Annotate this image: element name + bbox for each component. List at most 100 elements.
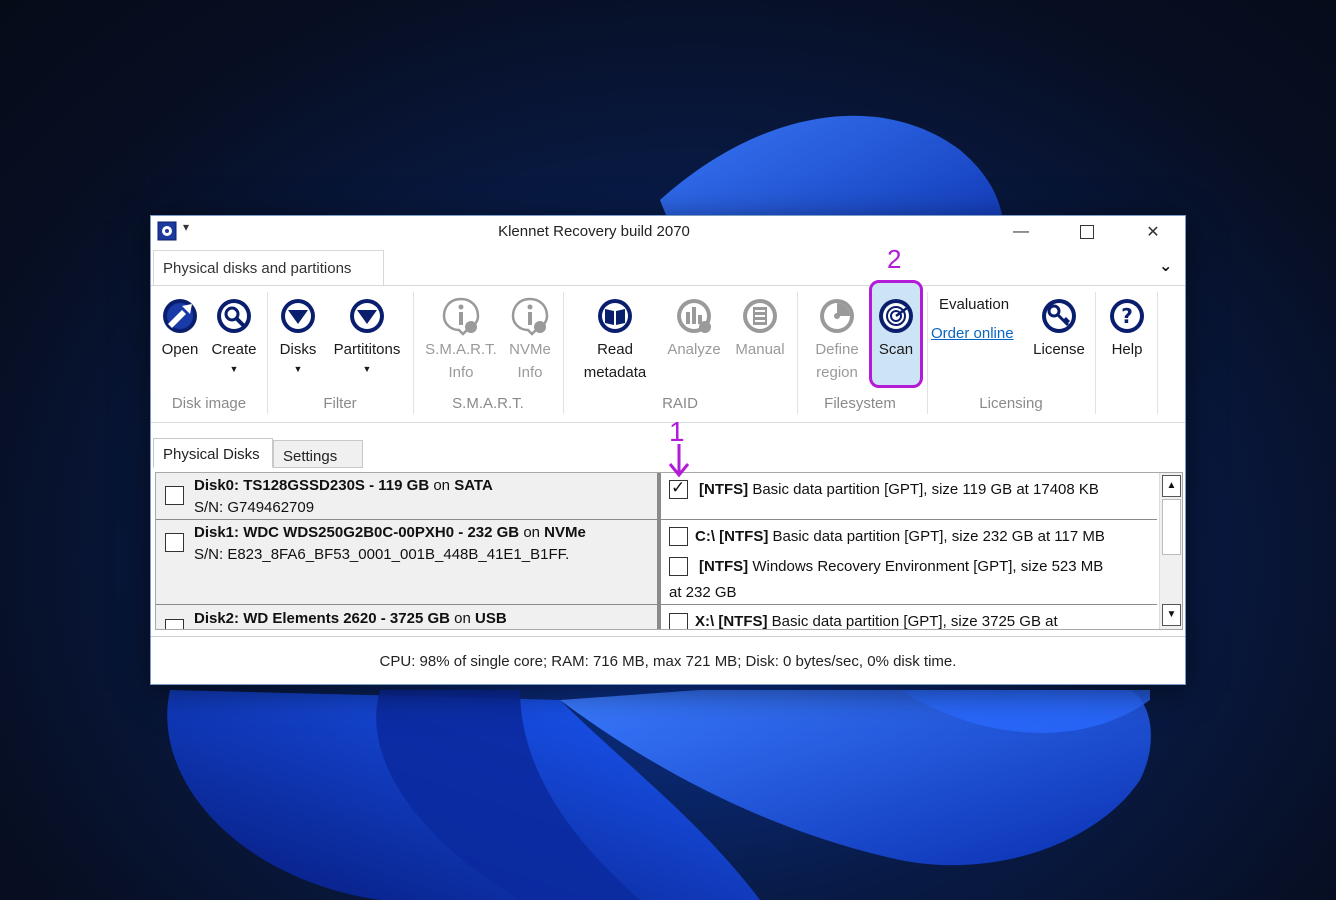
partition-0-desc: Basic data partition [GPT], size 119 GB … [752, 481, 1099, 498]
disk-2-on: on [454, 610, 471, 627]
nvme-info-button[interactable]: NVMe Info [505, 296, 555, 384]
partition-0-checkbox[interactable] [669, 478, 688, 499]
disk-row-0[interactable]: Disk0: TS128GSSD230S - 119 GB on SATA S/… [156, 473, 658, 520]
group-label-filter: Filter [323, 395, 357, 412]
scroll-thumb[interactable] [1162, 499, 1181, 555]
disk-1-on: on [523, 524, 540, 541]
disk-row-1[interactable]: Disk1: WDC WDS250G2B0C-00PXH0 - 232 GB o… [156, 520, 658, 605]
nvme-info-icon [511, 297, 549, 336]
read-metadata-button[interactable]: Read metadata [575, 296, 655, 384]
open-button[interactable]: Open [158, 296, 202, 361]
disk-1-checkbox[interactable] [165, 533, 184, 552]
close-button[interactable]: ✕ [1123, 216, 1183, 248]
scroll-up-arrow-icon[interactable]: ▲ [1162, 475, 1181, 497]
smart-info-label-1: S.M.A.R.T. [425, 341, 497, 358]
manual-label: Manual [735, 341, 785, 358]
partitions-filter-button[interactable]: Partititons ▼ [327, 296, 407, 377]
order-online-link[interactable]: Order online [931, 325, 1014, 342]
help-question-icon: ? [1110, 299, 1144, 333]
vertical-scrollbar[interactable]: ▲ ▼ [1159, 473, 1182, 629]
partition-3-checkbox[interactable] [669, 613, 688, 629]
disk-1-separator: - [458, 524, 464, 541]
tab-physical-disks[interactable]: Physical Disks [153, 438, 273, 468]
separator [1157, 292, 1158, 414]
define-region-label-1: Define [815, 341, 859, 358]
disk-2-separator: - [380, 610, 386, 627]
evaluation-label: Evaluation [939, 296, 1010, 313]
analyze-label: Analyze [667, 341, 721, 358]
disk-0-on: on [433, 477, 451, 494]
partition-row-1[interactable]: C:\ [NTFS] Basic data partition [GPT], s… [661, 520, 1157, 550]
scroll-down-arrow-icon[interactable]: ▼ [1162, 604, 1181, 626]
status-bar: CPU: 98% of single core; RAM: 716 MB, ma… [151, 636, 1185, 684]
smart-info-label-2: Info [448, 364, 474, 381]
partition-1-drive: C:\ [695, 528, 715, 545]
disk-2-bus: USB [475, 610, 507, 627]
nvme-info-label-2: Info [517, 364, 543, 381]
open-disk-icon [163, 299, 197, 333]
disks-filter-button[interactable]: Disks ▼ [275, 296, 321, 377]
analyze-chart-icon [677, 299, 711, 333]
ribbon-collapse-chevron-icon[interactable]: ⌄ [1159, 256, 1172, 276]
create-button[interactable]: Create ▼ [207, 296, 261, 377]
license-label: License [1033, 341, 1085, 358]
help-button[interactable]: ? Help [1103, 296, 1151, 361]
key-icon [1042, 299, 1076, 333]
minimize-button[interactable]: — [991, 216, 1051, 248]
partition-3-drive: X:\ [695, 613, 715, 630]
group-label-raid: RAID [662, 395, 698, 412]
disk-2-size: 3725 GB [389, 610, 450, 627]
ribbon-toolbar: Open Create ▼ Disk image Disks ▼ Partiti… [151, 244, 1185, 423]
partitions-dropdown-icon: ▼ [362, 364, 372, 374]
help-label: Help [1111, 341, 1143, 358]
partition-1-checkbox[interactable] [669, 527, 688, 546]
partition-row-3[interactable]: X:\ [NTFS] Basic data partition [GPT], s… [661, 605, 1157, 630]
group-label-disk-image: Disk image [171, 395, 247, 412]
partitions-label: Partititons [333, 341, 401, 358]
app-window: ▾ Klennet Recovery build 2070 — ✕ Physic… [150, 215, 1186, 685]
disk-0-serial: S/N: G749462709 [194, 499, 315, 516]
partition-2-desc: Windows Recovery Environment [GPT], size… [752, 558, 1104, 575]
filter-funnel-icon [350, 299, 384, 333]
disk-0-size: 119 GB [378, 477, 430, 494]
smart-info-button[interactable]: S.M.A.R.T. Info [421, 296, 501, 384]
define-region-button[interactable]: Define region [807, 296, 867, 384]
title-bar: ▾ Klennet Recovery build 2070 — ✕ [151, 216, 1185, 248]
disk-1-name: Disk1: WDC WDS250G2B0C-00PXH0 [194, 524, 455, 541]
analyze-button[interactable]: Analyze [661, 296, 727, 361]
partition-row-2[interactable]: [NTFS] Windows Recovery Environment [GPT… [661, 550, 1157, 605]
annotation-arrow-icon [668, 444, 690, 478]
disk-0-name: Disk0: TS128GSSD230S [194, 477, 365, 494]
separator [1095, 292, 1096, 414]
partition-row-0[interactable]: [NTFS] Basic data partition [GPT], size … [661, 473, 1157, 520]
disk-0-checkbox[interactable] [165, 486, 184, 505]
create-image-icon [217, 299, 251, 333]
maximize-button[interactable] [1057, 216, 1117, 248]
read-metadata-label-1: Read [597, 341, 633, 358]
partition-3-fs: [NTFS] [718, 613, 768, 630]
maximize-icon [1080, 225, 1094, 239]
manual-button[interactable]: Manual [729, 296, 791, 361]
disk-2-checkbox[interactable] [165, 619, 184, 629]
disk-0-bus: SATA [454, 477, 493, 494]
annotation-step-2: 2 [887, 244, 902, 274]
partition-2-desc-cont: at 232 GB [669, 584, 737, 601]
define-region-label-2: region [816, 364, 858, 381]
define-region-icon [820, 299, 854, 333]
smart-info-icon [442, 297, 480, 336]
license-button[interactable]: License [1031, 296, 1087, 361]
disks-label: Disks [279, 341, 317, 358]
disk-2-name: Disk2: WD Elements 2620 [194, 610, 377, 627]
window-title: Klennet Recovery build 2070 [498, 223, 690, 240]
disk-row-2[interactable]: Disk2: WD Elements 2620 - 3725 GB on USB [156, 605, 658, 629]
svg-text:?: ? [1121, 304, 1133, 328]
create-dropdown-icon: ▼ [229, 364, 239, 374]
scan-button[interactable]: Scan [871, 296, 921, 361]
partition-3-desc: Basic data partition [GPT], size 3725 GB… [771, 613, 1058, 630]
ribbon-tab-physical-disks[interactable]: Physical disks and partitions [153, 250, 384, 286]
partition-2-checkbox[interactable] [669, 557, 688, 576]
create-label: Create [211, 341, 257, 358]
open-label: Open [161, 341, 199, 358]
tab-settings[interactable]: Settings [273, 440, 363, 468]
scan-label: Scan [878, 341, 914, 358]
